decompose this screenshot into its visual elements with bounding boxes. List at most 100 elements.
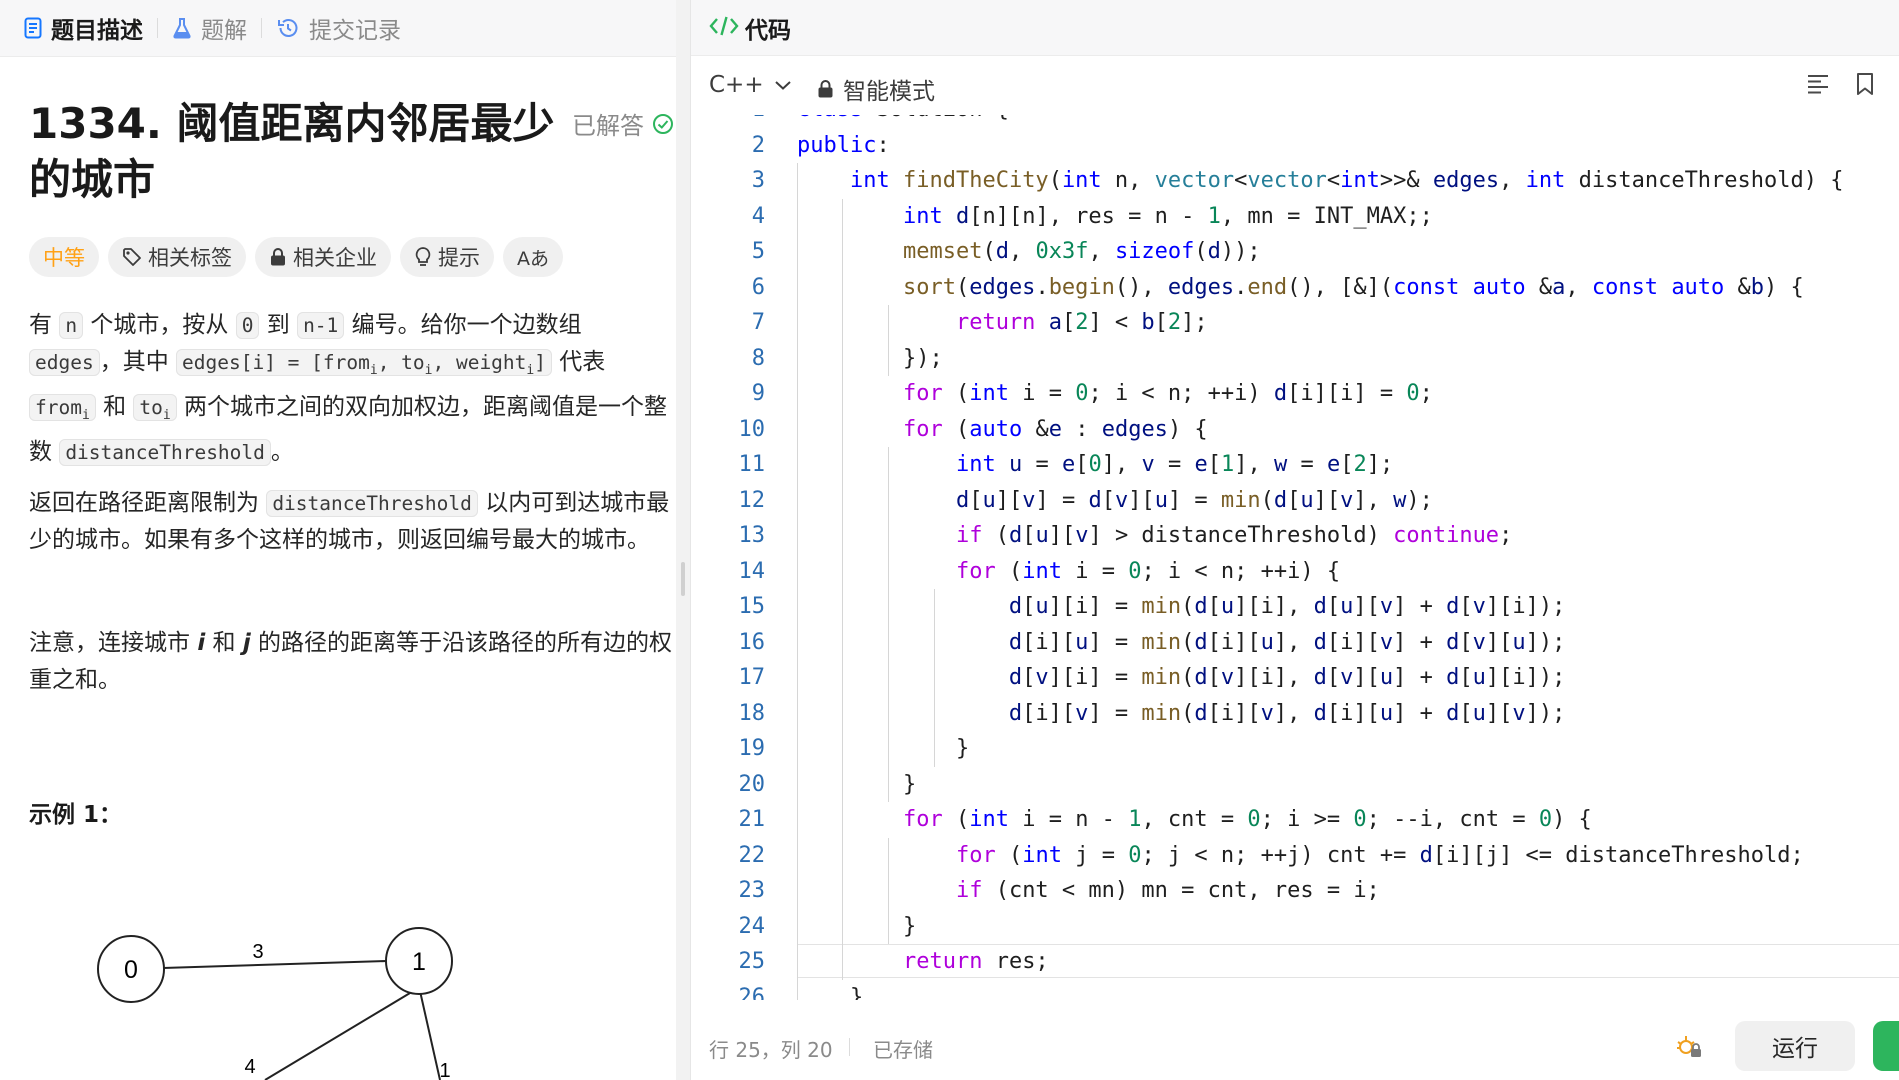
tab-submissions[interactable]: 提交记录 <box>266 0 411 56</box>
code-part: , weight <box>432 351 527 374</box>
line-number: 21 <box>738 807 766 832</box>
description-paragraph-2: 返回在路径距离限制为 distanceThreshold 以内可到达城市最少的城… <box>29 485 676 559</box>
submit-button[interactable] <box>1873 1021 1899 1071</box>
difficulty-label: 中等 <box>43 246 85 270</box>
code-part: edges[i] = [from <box>182 351 370 374</box>
tags-chip[interactable]: 相关标签 <box>108 237 246 277</box>
code-icon <box>709 14 739 42</box>
graph-node-label: 0 <box>124 956 138 984</box>
code-line[interactable]: 8 }); <box>691 341 1899 377</box>
code-text: if (d[u][v] > distanceThreshold) continu… <box>955 523 1513 548</box>
code-line[interactable]: 20 } <box>691 767 1899 803</box>
code-line[interactable]: 16 d[i][u] = min(d[i][u], d[i][v] + d[v]… <box>691 625 1899 661</box>
code-panel-title: 代码 <box>745 17 791 44</box>
code-line[interactable]: 10 for (auto &e : edges) { <box>691 412 1899 448</box>
tab-solutions[interactable]: 题解 <box>162 0 257 56</box>
code-line[interactable]: 15 d[u][i] = min(d[u][i], d[u][v] + d[v]… <box>691 589 1899 625</box>
line-number: 13 <box>738 523 766 548</box>
line-number: 18 <box>738 700 766 726</box>
desc-text: 有 <box>29 312 60 338</box>
check-circle-icon <box>653 113 673 134</box>
line-number: 11 <box>738 452 766 477</box>
code-text: } <box>797 913 917 939</box>
line-number: 19 <box>738 736 766 761</box>
bookmark-icon[interactable] <box>1855 72 1875 100</box>
smart-mode-toggle[interactable]: 智能模式 <box>817 72 935 106</box>
code-part: , to <box>377 351 425 374</box>
problem-chips: 中等 相关标签 相关企业 提示 Aあ <box>29 237 563 277</box>
code-line[interactable]: 2 public: <box>691 128 1899 164</box>
inline-code: n-1 <box>297 312 345 339</box>
math-var-j: j <box>242 630 251 656</box>
debug-icon[interactable] <box>1675 1033 1703 1063</box>
desc-text: 到 <box>259 312 298 338</box>
desc-text: 代表 <box>551 349 606 375</box>
panel-splitter[interactable] <box>676 0 690 1080</box>
editor-toolbar: C++ 智能模式 <box>691 57 1899 116</box>
code-line[interactable]: 4 int d[n][n], res = n - 1, mn = INT_MAX… <box>691 199 1899 235</box>
document-icon <box>24 17 42 39</box>
code-line[interactable]: 12 d[u][v] = d[v][u] = min(d[u][v], w); <box>691 483 1899 519</box>
code-line[interactable]: 22 for (int j = 0; j < n; ++j) cnt += d[… <box>691 838 1899 874</box>
difficulty-badge[interactable]: 中等 <box>29 237 99 277</box>
code-text: int d[n][n], res = n - 1, mn = INT_MAX;; <box>902 203 1433 229</box>
splitter-grip[interactable] <box>681 562 685 596</box>
chevron-down-icon <box>774 81 791 90</box>
tab-divider <box>157 18 158 38</box>
code-line[interactable]: 17 d[v][i] = min(d[v][i], d[v][u] + d[u]… <box>691 660 1899 696</box>
code-line[interactable]: 21 for (int i = n - 1, cnt = 0; i >= 0; … <box>691 802 1899 838</box>
line-number: 8 <box>751 345 765 371</box>
code-text: for (int i = n - 1, cnt = 0; i >= 0; --i… <box>902 807 1592 832</box>
line-number: 22 <box>738 842 766 868</box>
translate-chip[interactable]: Aあ <box>503 237 563 277</box>
code-line[interactable]: 19 } <box>691 731 1899 767</box>
line-number: 1 <box>691 115 765 128</box>
example-title: 示例 1： <box>29 802 123 828</box>
line-number: 3 <box>751 168 765 193</box>
companies-chip[interactable]: 相关企业 <box>255 237 391 277</box>
code-line[interactable]: 24 } <box>691 909 1899 945</box>
problem-title: 1334. 阈值距离内邻居最少的城市 <box>29 99 555 204</box>
indent-guide <box>934 589 935 767</box>
desc-text: 注意，连接城市 <box>29 630 198 656</box>
history-icon <box>276 16 300 40</box>
code-text: for (int i = 0; i < n; ++i) d[i][i] = 0; <box>902 381 1433 406</box>
code-text: d[u][i] = min(d[u][i], d[u][v] + d[v][i]… <box>1008 594 1566 619</box>
tab-solutions-label: 题解 <box>201 18 247 44</box>
format-icon[interactable] <box>1806 73 1830 99</box>
solved-label: 已解答 <box>572 112 644 140</box>
run-button[interactable]: 运行 <box>1735 1021 1855 1071</box>
graph-edge-label: 4 <box>244 1056 255 1078</box>
tab-description[interactable]: 题目描述 <box>14 0 153 56</box>
code-line[interactable]: 1 class Solution { <box>691 115 1899 128</box>
code-line[interactable]: 7 return a[2] < b[2]; <box>691 305 1899 341</box>
inline-code: toi <box>133 393 177 423</box>
line-number: 15 <box>738 594 766 619</box>
code-lines: 1 class Solution {2 public: 3 int findTheCi… <box>691 115 1899 1000</box>
code-line[interactable]: 14 for (int i = 0; i < n; ++i) { <box>691 554 1899 590</box>
code-line[interactable]: 5 memset(d, 0x3f, sizeof(d)); <box>691 234 1899 270</box>
indent-guide <box>888 837 889 944</box>
line-number: 12 <box>738 487 766 513</box>
tag-icon <box>122 247 142 267</box>
code-line[interactable]: 23 if (cnt < mn) mn = cnt, res = i; <box>691 873 1899 909</box>
problem-panel: 题目描述 题解 提交记录 1334. 阈值距离内邻居最少的城市 已解答 中等 相… <box>0 0 676 1080</box>
language-label: C++ <box>709 72 764 98</box>
desc-text: 。 <box>270 438 294 465</box>
code-part: ] <box>534 351 546 374</box>
code-line[interactable]: 6 sort(edges.begin(), edges.end(), [&](c… <box>691 270 1899 306</box>
code-line[interactable]: 3 int findTheCity(int n, vector<vector<i… <box>691 163 1899 199</box>
inline-code: edges <box>29 349 100 376</box>
hint-chip[interactable]: 提示 <box>400 237 494 277</box>
code-editor[interactable]: 1 class Solution {2 public: 3 int findTheCi… <box>691 115 1899 1000</box>
inline-code: distanceThreshold <box>266 490 478 517</box>
inline-code: n <box>59 312 84 339</box>
lock-icon <box>269 247 287 267</box>
code-line[interactable]: 18 d[i][v] = min(d[i][v], d[i][u] + d[u]… <box>691 696 1899 732</box>
code-line[interactable]: 13 if (d[u][v] > distanceThreshold) cont… <box>691 518 1899 554</box>
code-line[interactable]: 26 } <box>691 980 1899 1001</box>
code-line[interactable]: 25 return res; <box>691 944 1899 980</box>
code-line[interactable]: 9 for (int i = 0; i < n; ++i) d[i][i] = … <box>691 376 1899 412</box>
code-line[interactable]: 11 int u = e[0], v = e[1], w = e[2]; <box>691 447 1899 483</box>
language-select[interactable]: C++ <box>709 72 792 98</box>
